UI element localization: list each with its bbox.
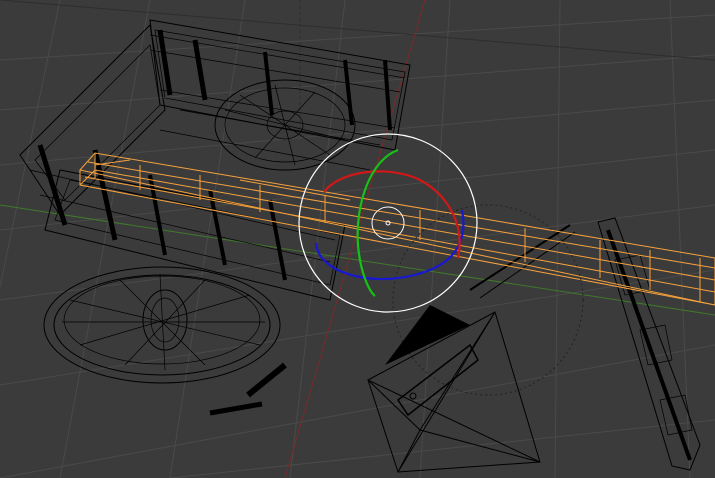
3d-viewport[interactable] xyxy=(0,0,715,478)
cart-object[interactable] xyxy=(19,19,701,471)
shaft-object[interactable] xyxy=(78,152,715,306)
viewport-scene[interactable] xyxy=(0,0,715,478)
gizmo-center-ring[interactable] xyxy=(371,206,405,240)
